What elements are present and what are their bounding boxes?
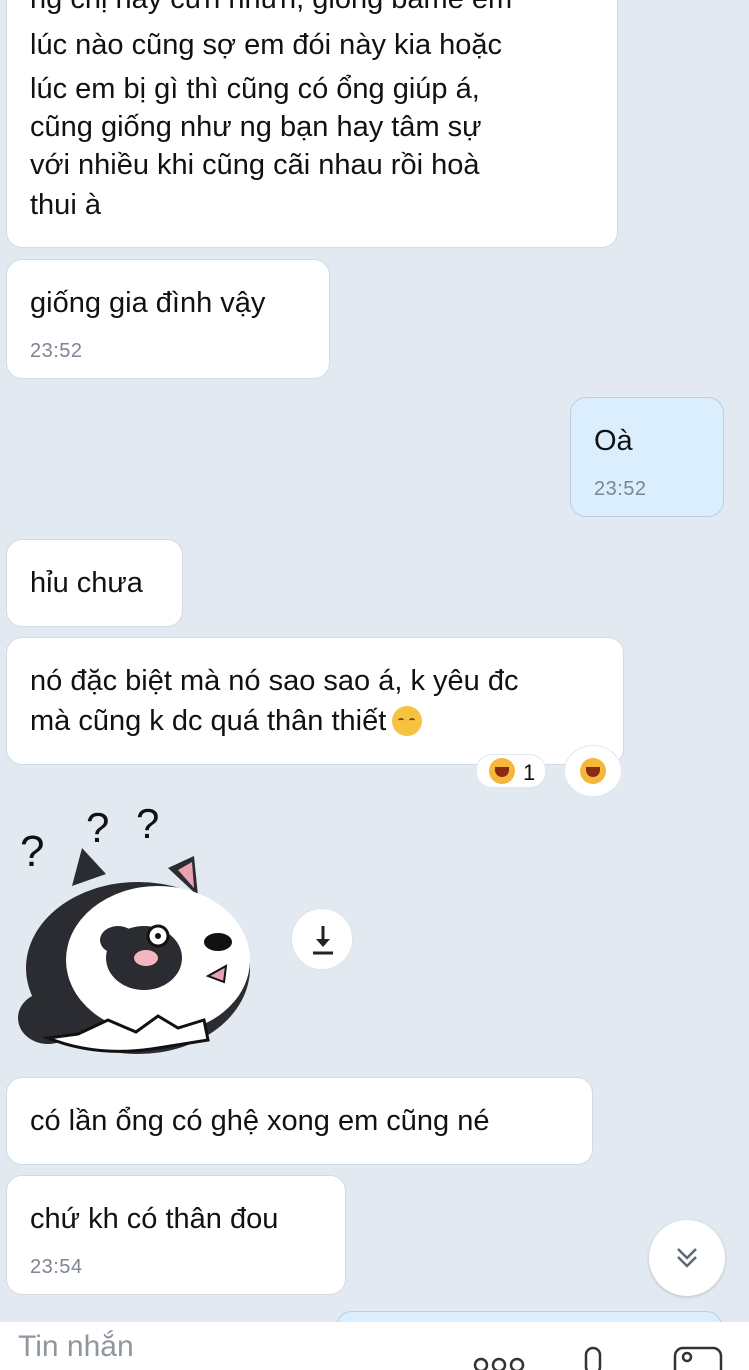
- message-text: giống gia đình vậy: [30, 287, 266, 319]
- message-line: nó đặc biệt mà nó sao sao á, k yêu đc: [30, 665, 519, 697]
- confused-husky-sticker[interactable]: ? ? ?: [8, 800, 258, 1064]
- question-mark: ?: [20, 827, 44, 876]
- download-button[interactable]: [291, 908, 353, 970]
- message-line: với nhiều khi cũng cãi nhau rồi hoà: [30, 149, 480, 181]
- relieved-face-emoji: [392, 706, 423, 736]
- scroll-to-bottom-button[interactable]: [649, 1220, 725, 1296]
- reaction-pill[interactable]: 1: [476, 754, 546, 788]
- message-bubble-received[interactable]: [6, 637, 624, 765]
- message-text-cut: ng chị này cưn nhưn, giống bame em: [30, 0, 512, 17]
- message-timestamp: 23:52: [594, 478, 647, 500]
- message-line: mà cũng k dc quá thân thiết: [30, 705, 387, 737]
- message-text: chứ kh có thân đou: [30, 1203, 279, 1235]
- message-input[interactable]: Tin nhắn: [18, 1330, 134, 1364]
- message-timestamp: 23:54: [30, 1256, 83, 1278]
- more-icon[interactable]: [472, 1352, 526, 1370]
- laughing-face-icon: [580, 758, 606, 784]
- message-line: cũng giống như ng bạn hay tâm sự: [30, 111, 482, 143]
- question-mark: ?: [86, 808, 109, 851]
- reaction-count: 1: [523, 760, 536, 785]
- message-line: lúc nào cũng sợ em đói này kia hoặc: [30, 29, 503, 61]
- message-text: có lần ổng có ghệ xong em cũng né: [30, 1105, 490, 1137]
- microphone-icon[interactable]: [578, 1344, 608, 1370]
- message-text: hỉu chưa: [30, 567, 143, 599]
- message-line: lúc em bị gì thì cũng có ổng giúp á,: [30, 73, 480, 105]
- double-chevron-down-icon: [677, 1248, 697, 1268]
- add-reaction-button[interactable]: [564, 745, 622, 797]
- question-mark: ?: [136, 808, 159, 847]
- message-line-with-emoji: mà cũng k dc quá thân thiết: [30, 704, 423, 739]
- image-icon[interactable]: [672, 1344, 724, 1370]
- message-line: thui à: [30, 189, 101, 221]
- laughing-face-emoji: [489, 758, 515, 784]
- husky-illustration: ? ? ?: [18, 800, 250, 1054]
- message-text: Oà: [594, 425, 633, 457]
- message-timestamp: 23:52: [30, 340, 83, 362]
- download-icon: [313, 926, 333, 955]
